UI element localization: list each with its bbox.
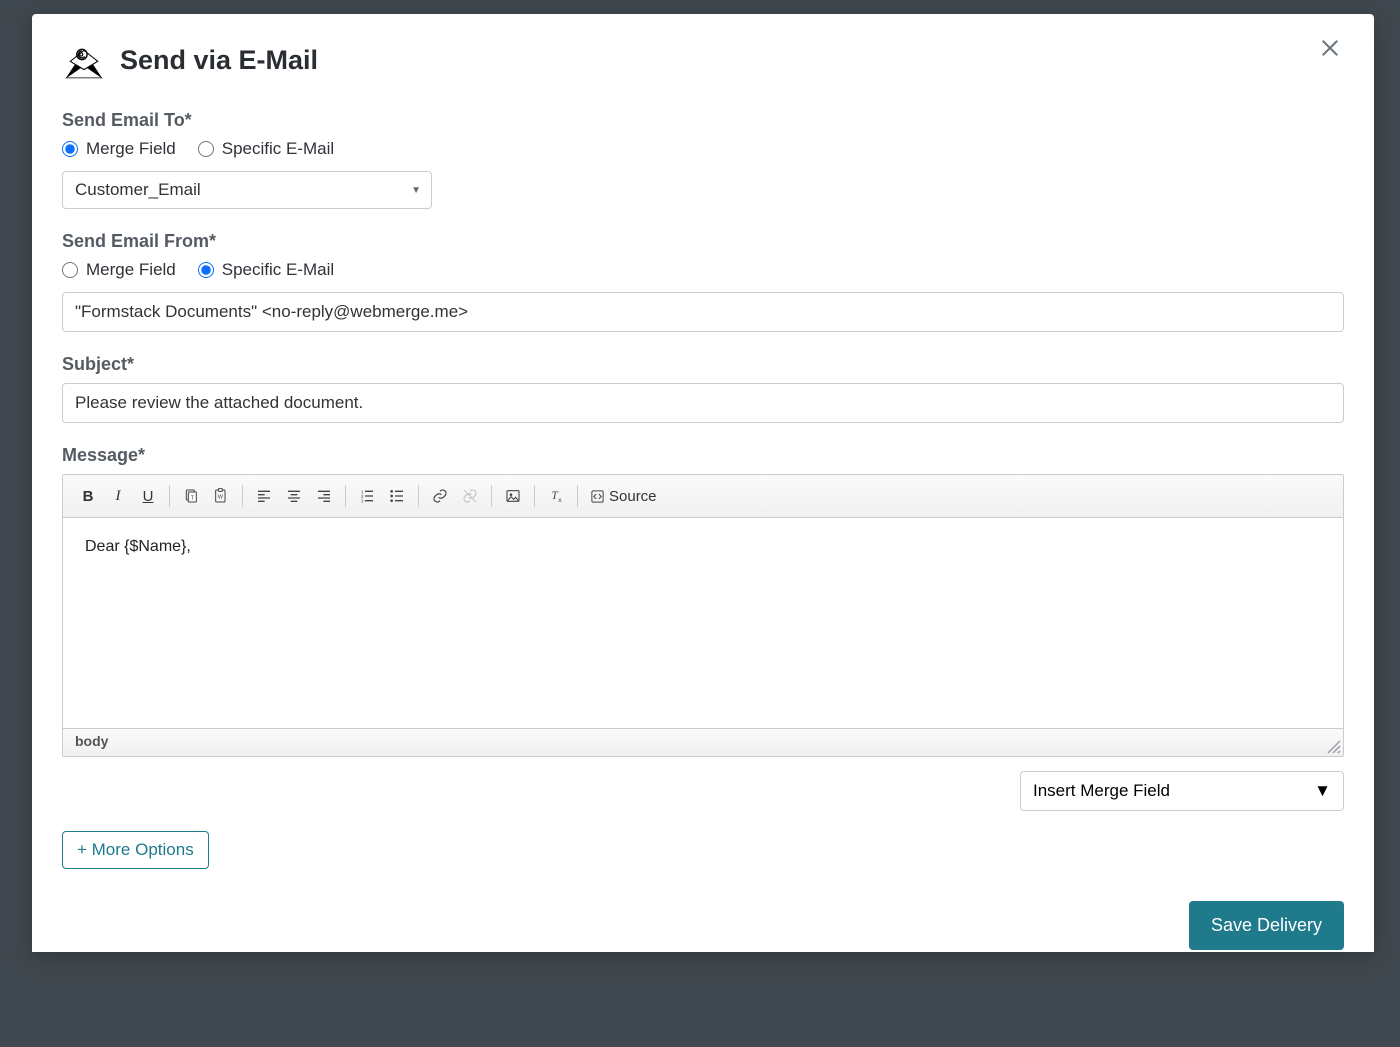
send-from-section: Send Email From* Merge Field Specific E-… [62, 231, 1344, 332]
message-label: Message* [62, 445, 1344, 466]
underline-button[interactable]: U [133, 483, 163, 509]
message-body-text: Dear {$Name}, [85, 538, 191, 555]
send-to-merge-radio[interactable] [62, 141, 78, 157]
send-to-section: Send Email To* Merge Field Specific E-Ma… [62, 110, 1344, 209]
paste-icon: W [213, 488, 229, 504]
align-center-icon [286, 488, 302, 504]
source-icon [590, 489, 605, 504]
chevron-down-icon: ▼ [1314, 781, 1331, 801]
send-from-merge-radio[interactable] [62, 262, 78, 278]
unlink-icon [462, 488, 478, 504]
merge-field-row: Insert Merge Field ▼ [62, 771, 1344, 811]
toolbar-separator [169, 485, 170, 507]
copy-icon: T [183, 488, 199, 504]
image-button[interactable] [498, 483, 528, 509]
save-delivery-button[interactable]: Save Delivery [1189, 901, 1344, 950]
ordered-list-icon: 123 [359, 488, 375, 504]
resize-icon [1327, 740, 1341, 754]
resize-handle[interactable] [1327, 740, 1341, 754]
dropdown-value: Customer_Email [75, 180, 201, 200]
align-left-icon [256, 488, 272, 504]
send-from-label: Send Email From* [62, 231, 1344, 252]
send-to-merge-option[interactable]: Merge Field [62, 139, 176, 159]
align-center-button[interactable] [279, 483, 309, 509]
dialog-title: Send via E-Mail [120, 45, 318, 76]
send-to-radio-group: Merge Field Specific E-Mail [62, 139, 1344, 159]
source-label: Source [609, 488, 657, 505]
toolbar-separator [534, 485, 535, 507]
send-to-specific-option[interactable]: Specific E-Mail [198, 139, 334, 159]
subject-label: Subject* [62, 354, 1344, 375]
send-from-input[interactable] [62, 292, 1344, 332]
send-from-merge-option[interactable]: Merge Field [62, 260, 176, 280]
email-icon [62, 38, 106, 82]
unordered-list-button[interactable] [382, 483, 412, 509]
send-to-specific-radio[interactable] [198, 141, 214, 157]
chevron-down-icon: ▼ [411, 185, 421, 196]
radio-label: Specific E-Mail [222, 139, 334, 159]
subject-section: Subject* [62, 354, 1344, 423]
align-left-button[interactable] [249, 483, 279, 509]
unordered-list-icon [389, 488, 405, 504]
unlink-button[interactable] [455, 483, 485, 509]
svg-text:W: W [218, 495, 224, 501]
radio-label: Merge Field [86, 260, 176, 280]
bold-button[interactable]: B [73, 483, 103, 509]
svg-text:3: 3 [361, 499, 364, 504]
toolbar-separator [577, 485, 578, 507]
send-from-specific-radio[interactable] [198, 262, 214, 278]
remove-format-button[interactable]: Tx [541, 483, 571, 509]
send-to-dropdown[interactable]: Customer_Email ▼ [62, 171, 432, 209]
image-icon [505, 488, 521, 504]
radio-label: Merge Field [86, 139, 176, 159]
dialog-footer: Save Delivery [62, 901, 1344, 950]
message-section: Message* B I U T W [62, 445, 1344, 811]
subject-input[interactable] [62, 383, 1344, 423]
editor-content[interactable]: Dear {$Name}, [63, 518, 1343, 728]
ordered-list-button[interactable]: 123 [352, 483, 382, 509]
align-right-button[interactable] [309, 483, 339, 509]
link-button[interactable] [425, 483, 455, 509]
toolbar-separator [418, 485, 419, 507]
more-options-button[interactable]: + More Options [62, 831, 209, 869]
source-button[interactable]: Source [584, 483, 663, 509]
toolbar-separator [491, 485, 492, 507]
remove-format-icon: Tx [547, 488, 565, 504]
rich-text-editor: B I U T W [62, 474, 1344, 757]
svg-text:T: T [552, 490, 559, 502]
editor-toolbar: B I U T W [63, 475, 1343, 518]
more-options-label: + More Options [77, 840, 194, 860]
send-from-radio-group: Merge Field Specific E-Mail [62, 260, 1344, 280]
svg-text:x: x [558, 497, 562, 504]
dialog-header: Send via E-Mail [62, 38, 1344, 82]
italic-button[interactable]: I [103, 483, 133, 509]
toolbar-separator [345, 485, 346, 507]
paste-button[interactable]: W [206, 483, 236, 509]
link-icon [432, 488, 448, 504]
send-to-label: Send Email To* [62, 110, 1344, 131]
insert-merge-field-dropdown[interactable]: Insert Merge Field ▼ [1020, 771, 1344, 811]
send-from-specific-option[interactable]: Specific E-Mail [198, 260, 334, 280]
editor-element-path: body [75, 733, 108, 749]
dropdown-label: Insert Merge Field [1033, 781, 1170, 801]
radio-label: Specific E-Mail [222, 260, 334, 280]
toolbar-separator [242, 485, 243, 507]
send-via-email-dialog: Send via E-Mail Send Email To* Merge Fie… [32, 14, 1374, 952]
align-right-icon [316, 488, 332, 504]
close-button[interactable] [1316, 34, 1344, 62]
editor-status-bar: body [63, 728, 1343, 756]
copy-button[interactable]: T [176, 483, 206, 509]
close-icon [1320, 38, 1340, 58]
save-label: Save Delivery [1211, 915, 1322, 935]
